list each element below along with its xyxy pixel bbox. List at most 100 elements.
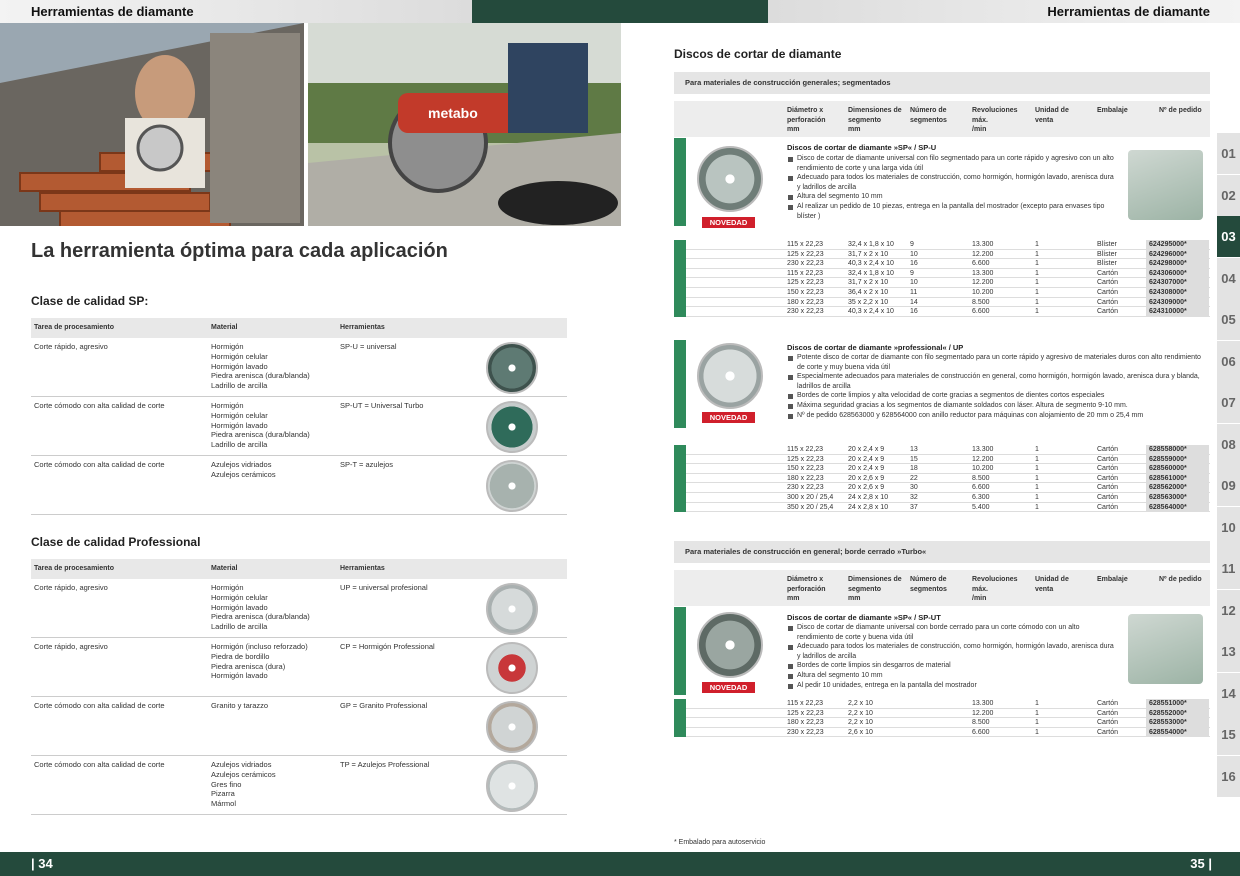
chapter-tab-03[interactable]: 03 <box>1217 216 1240 257</box>
cell: Cartón <box>1097 269 1119 277</box>
disc-up-image <box>697 343 763 409</box>
task-cell: Corte rápido, agresivo <box>34 342 108 351</box>
cell: 1 <box>1035 700 1039 707</box>
column-header-pack: Embalaje <box>1097 107 1128 114</box>
green-marker <box>674 297 686 308</box>
cell: 20 x 2,6 x 9 <box>848 484 885 492</box>
chapter-tab-11[interactable]: 11 <box>1217 548 1240 589</box>
green-marker <box>674 268 686 279</box>
chapter-tab-02[interactable]: 02 <box>1217 174 1240 216</box>
cell: Cartón <box>1097 446 1119 453</box>
cell: 16 <box>910 260 918 268</box>
cell: 1 <box>1035 719 1039 727</box>
new-badge: NOVEDAD <box>702 217 755 228</box>
chapter-tab-16[interactable]: 16 <box>1217 755 1240 797</box>
chapter-tab-09[interactable]: 09 <box>1217 465 1240 506</box>
order-number-cell: 624296000* <box>1146 249 1209 260</box>
disc-image <box>486 583 538 635</box>
cell: 6.600 <box>972 484 990 492</box>
product-title-sp-u: Discos de cortar de diamante »SP« / SP-U <box>787 143 937 152</box>
cell: 24 x 2,8 x 10 <box>848 503 889 511</box>
section-turbo: Para materiales de construcción en gener… <box>674 541 1210 563</box>
cell: 13.300 <box>972 241 994 248</box>
cell: 20 x 2,6 x 9 <box>848 474 885 482</box>
chapter-tab-04[interactable]: 04 <box>1217 257 1240 299</box>
page-number-left: | 34 <box>31 856 53 871</box>
column-header-unit: Unidad de venta <box>1035 576 1069 593</box>
cell: 18 <box>910 465 918 473</box>
chapter-tab-15[interactable]: 15 <box>1217 714 1240 755</box>
cell: 150 x 22,23 <box>787 465 824 473</box>
table-row: 230 x 22,23 40,3 x 2,4 x 10 16 6.600 1 Blíste… <box>674 259 1210 269</box>
green-marker <box>674 138 686 226</box>
page-number-right: 35 | <box>1190 856 1212 871</box>
table-row: 125 x 22,23 2,2 x 10 12.200 1 Cartón 62855200… <box>674 708 1210 719</box>
green-marker <box>674 607 686 695</box>
disc-image <box>486 760 538 812</box>
table-row: 115 x 22,23 2,2 x 10 13.300 1 Cartón 62855100… <box>674 699 1210 709</box>
cell: Cartón <box>1097 709 1119 717</box>
cell: Cartón <box>1097 288 1119 296</box>
order-number-cell: 628563000* <box>1146 492 1209 503</box>
cell: 40,3 x 2,4 x 10 <box>848 308 894 316</box>
order-number-cell: 624310000* <box>1146 307 1209 317</box>
table-row: 230 x 22,23 20 x 2,6 x 9 30 6.600 1 Cartón 628… <box>674 483 1210 493</box>
cell: 14 <box>910 298 918 306</box>
cell: 1 <box>1035 269 1039 277</box>
cell: 115 x 22,23 <box>787 700 824 707</box>
bullets-sp-ut: Disco de cortar de diamante universal co… <box>787 623 1117 690</box>
cell: 180 x 22,23 <box>787 298 824 306</box>
chapter-tab-13[interactable]: 13 <box>1217 631 1240 672</box>
cell: 1 <box>1035 241 1039 248</box>
cell: Cartón <box>1097 728 1119 736</box>
chapter-tab-06[interactable]: 06 <box>1217 340 1240 382</box>
display-package-image <box>1128 150 1203 220</box>
cell: 10 <box>910 279 918 287</box>
sp-table-header: Tarea de procesamiento Material Herramie… <box>31 318 567 338</box>
chapter-tab-08[interactable]: 08 <box>1217 423 1240 465</box>
product-title-sp-ut: Discos de cortar de diamante »SP« / SP-U… <box>787 613 941 622</box>
cell: 12.200 <box>972 250 994 258</box>
cell: 115 x 22,23 <box>787 446 824 453</box>
order-number-cell: 628558000* <box>1146 445 1209 455</box>
column-header-rev: Revoluciones máx. /min <box>972 107 1018 134</box>
column-header-unit: Unidad de venta <box>1035 107 1069 124</box>
column-header-pack: Embalaje <box>1097 576 1128 583</box>
cell: 12.200 <box>972 455 994 463</box>
bullet-item: Adecuado para todos los materiales de co… <box>787 642 1117 661</box>
table-row: 125 x 22,23 20 x 2,4 x 9 15 12.200 1 Cartón 62… <box>674 454 1210 465</box>
cell: Cartón <box>1097 308 1119 316</box>
table-row: 150 x 22,23 36,4 x 2 x 10 11 10.200 1 Cartón 6… <box>674 287 1210 298</box>
chapter-tab-14[interactable]: 14 <box>1217 672 1240 714</box>
cell: 1 <box>1035 503 1039 511</box>
chapter-tab-01[interactable]: 01 <box>1217 133 1240 174</box>
cell: 1 <box>1035 279 1039 287</box>
cell: 350 x 20 / 25,4 <box>787 503 834 511</box>
bullet-item: Altura del segmento 10 mm <box>787 671 1117 681</box>
tool-cell: UP = universal profesional <box>340 583 428 592</box>
cell: Blíster <box>1097 260 1117 268</box>
order-number-cell: 628554000* <box>1146 727 1209 738</box>
cell: 180 x 22,23 <box>787 719 824 727</box>
order-number-cell: 628559000* <box>1146 454 1209 465</box>
chapter-tab-05[interactable]: 05 <box>1217 299 1240 340</box>
chapter-tab-12[interactable]: 12 <box>1217 589 1240 631</box>
pro-table-header: Tarea de procesamiento Material Herramie… <box>31 559 567 579</box>
cell: Cartón <box>1097 474 1119 482</box>
cell: 22 <box>910 474 918 482</box>
order-number-cell: 624306000* <box>1146 268 1209 279</box>
order-number-cell: 628564000* <box>1146 502 1209 513</box>
cell: Cartón <box>1097 455 1119 463</box>
column-header-order: Nº de pedido <box>1159 107 1202 114</box>
cell: 2,2 x 10 <box>848 719 873 727</box>
green-marker <box>674 708 686 719</box>
column-header-2: Diámetro x perforación mm Dimensiones de … <box>674 570 1210 606</box>
order-number-cell: 628560000* <box>1146 464 1209 474</box>
chapter-tab-07[interactable]: 07 <box>1217 382 1240 423</box>
cell: 24 x 2,8 x 10 <box>848 493 889 501</box>
chapter-tab-10[interactable]: 10 <box>1217 506 1240 548</box>
cell: 1 <box>1035 484 1039 492</box>
cell: Blíster <box>1097 241 1117 248</box>
cell: 6.600 <box>972 260 990 268</box>
bullet-item: Especialmente adecuados para materiales … <box>787 372 1207 391</box>
